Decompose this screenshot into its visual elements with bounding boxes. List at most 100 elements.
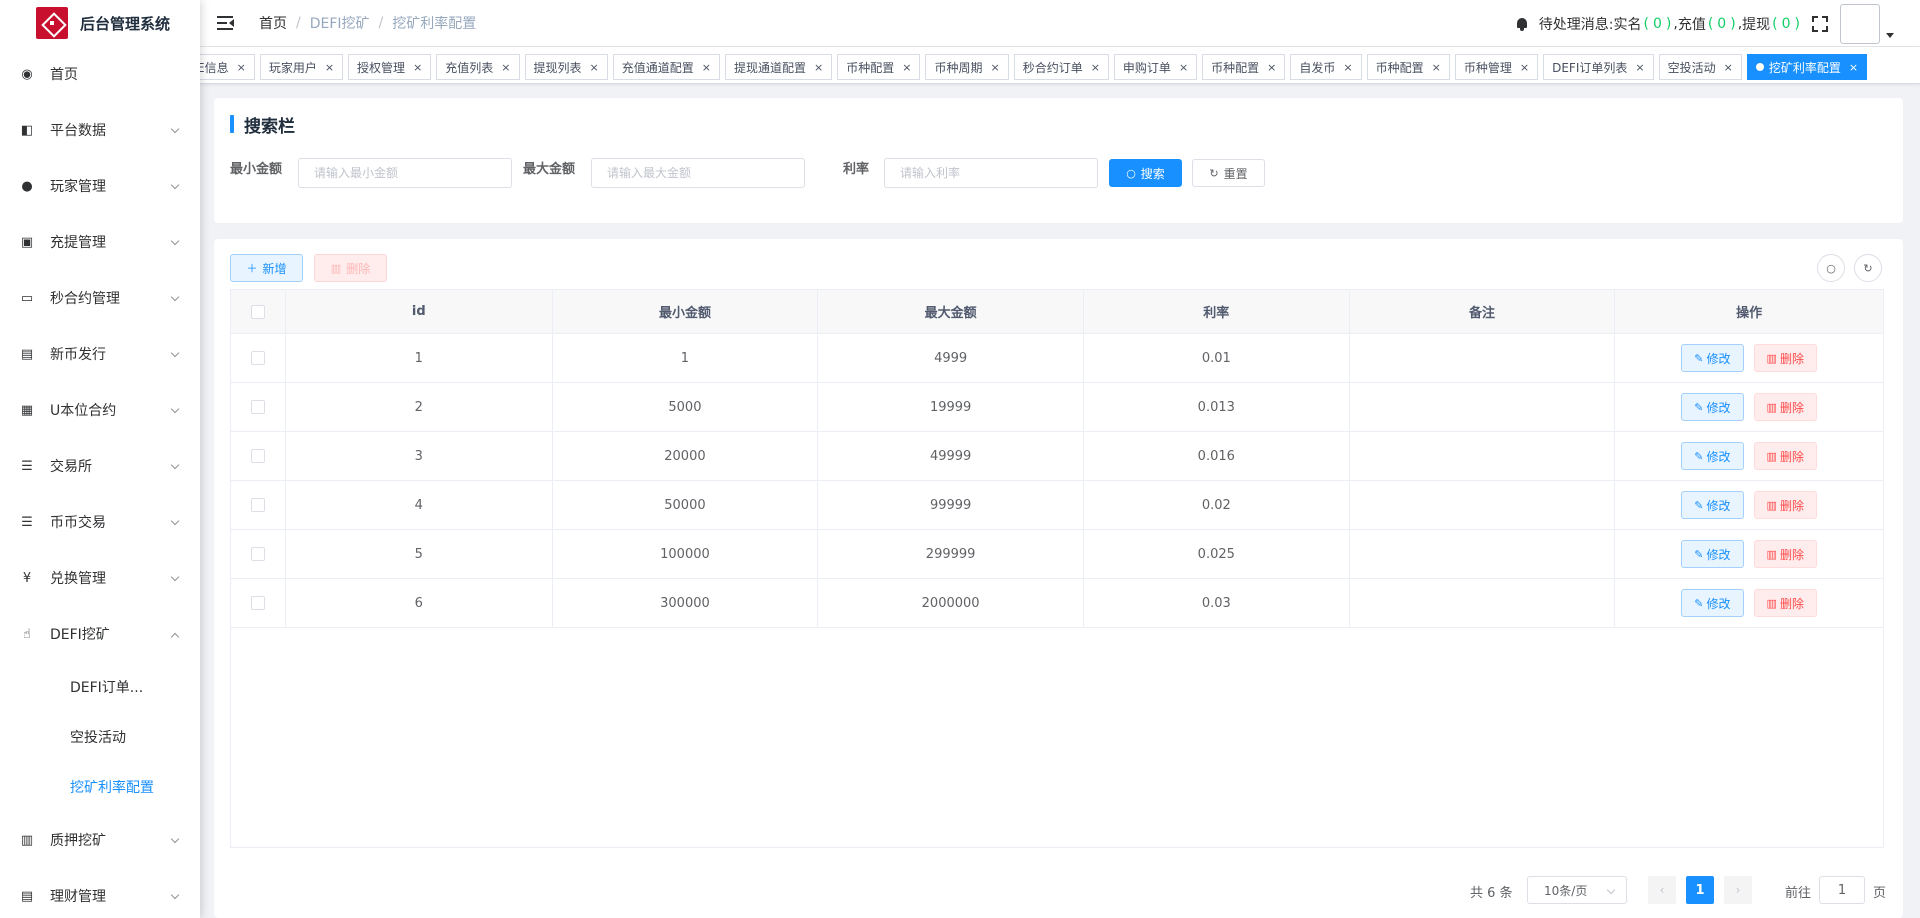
rate-input[interactable] <box>884 158 1098 188</box>
toggle-search-button[interactable]: ○ <box>1817 254 1845 282</box>
close-icon[interactable]: × <box>501 61 510 74</box>
tag-item[interactable]: 币种配置 × <box>1366 54 1450 80</box>
page-size-select[interactable]: 10条/页 <box>1527 876 1627 904</box>
close-icon[interactable]: × <box>1091 61 1100 74</box>
sidebar-item[interactable]: ● 玩家管理 <box>0 158 200 214</box>
delete-button[interactable]: ▥ 删除 <box>1753 344 1817 372</box>
add-button[interactable]: ＋ 新增 <box>230 254 303 282</box>
sidebar-item[interactable]: ☰ 交易所 <box>0 438 200 494</box>
sidebar-item[interactable]: ▥ 质押挖矿 <box>0 812 200 868</box>
search-button[interactable]: ○ 搜索 <box>1109 159 1182 187</box>
next-page-button[interactable]: › <box>1724 876 1752 904</box>
close-icon[interactable]: × <box>1520 61 1529 74</box>
delete-button[interactable]: ▥ 删除 <box>1753 589 1817 617</box>
sidebar-item[interactable]: ▤ 新币发行 <box>0 326 200 382</box>
close-icon[interactable]: × <box>413 61 422 74</box>
sidebar-subitem[interactable]: 空投活动 <box>0 712 200 762</box>
close-icon[interactable]: × <box>1432 61 1441 74</box>
sidebar-item-label: 兑换管理 <box>50 571 106 587</box>
row-checkbox[interactable] <box>250 351 265 365</box>
tag-item[interactable]: 挖矿利率配置 × <box>1746 54 1868 80</box>
hamburger-menu-icon[interactable] <box>217 16 235 30</box>
close-icon[interactable]: × <box>237 61 246 74</box>
breadcrumb-home[interactable]: 首页 <box>259 13 287 33</box>
avatar[interactable] <box>1840 3 1880 44</box>
fullscreen-icon[interactable] <box>1812 15 1828 32</box>
delete-button[interactable]: ▥ 删除 <box>1753 442 1817 470</box>
select-all-checkbox[interactable] <box>250 304 265 319</box>
row-checkbox[interactable] <box>250 547 265 561</box>
refresh-button[interactable]: ↻ <box>1854 254 1882 282</box>
caret-down-icon[interactable] <box>1886 33 1894 38</box>
sidebar-item[interactable]: ▣ 充提管理 <box>0 214 200 270</box>
row-checkbox[interactable] <box>250 596 265 610</box>
tag-item[interactable]: 授权管理 × <box>348 54 432 80</box>
close-icon[interactable]: × <box>1267 61 1276 74</box>
sidebar-item[interactable]: ◉ 首页 <box>0 46 200 102</box>
prev-page-button[interactable]: ‹ <box>1648 876 1676 904</box>
batch-delete-button[interactable]: ▥ 删除 <box>314 254 387 282</box>
edit-button[interactable]: ✎ 修改 <box>1681 393 1744 421</box>
trash-icon: ▥ <box>1766 498 1777 512</box>
tag-item[interactable]: 提现列表 × <box>524 54 608 80</box>
tag-item[interactable]: 币种周期 × <box>925 54 1009 80</box>
close-icon[interactable]: × <box>1343 61 1352 74</box>
edit-button[interactable]: ✎ 修改 <box>1681 491 1744 519</box>
close-icon[interactable]: × <box>814 61 823 74</box>
close-icon[interactable]: × <box>702 61 711 74</box>
delete-button[interactable]: ▥ 删除 <box>1753 393 1817 421</box>
tag-item[interactable]: E信息 × <box>200 54 255 80</box>
edit-button[interactable]: ✎ 修改 <box>1681 589 1744 617</box>
reset-button[interactable]: ↻ 重置 <box>1192 159 1265 187</box>
column-header: 利率 <box>1084 290 1350 333</box>
logo[interactable]: 后台管理系统 <box>0 0 200 46</box>
tag-item[interactable]: 币种配置 × <box>1202 54 1286 80</box>
sidebar-item[interactable]: ☰ 币币交易 <box>0 494 200 550</box>
tag-item[interactable]: 秒合约订单 × <box>1013 54 1109 80</box>
tag-item[interactable]: 充值列表 × <box>436 54 520 80</box>
tag-item[interactable]: 币种配置 × <box>837 54 921 80</box>
delete-button[interactable]: ▥ 删除 <box>1753 540 1817 568</box>
table-cell-max: 49999 <box>818 432 1084 480</box>
sidebar-subitem[interactable]: 挖矿利率配置 <box>0 762 200 812</box>
edit-button[interactable]: ✎ 修改 <box>1681 442 1744 470</box>
min-amount-input[interactable] <box>298 158 512 188</box>
pending-messages[interactable]: 待处理消息: 实名 (0), 充值 (0), 提现 (0) <box>1539 14 1802 34</box>
close-icon[interactable]: × <box>902 61 911 74</box>
column-header: 操作 <box>1736 306 1763 321</box>
tag-item[interactable]: 空投活动 × <box>1658 54 1742 80</box>
sidebar-item[interactable]: ☝ DEFI挖矿 <box>0 606 200 662</box>
tag-item[interactable]: 申购订单 × <box>1113 54 1198 80</box>
close-icon[interactable]: × <box>990 61 999 74</box>
close-icon[interactable]: × <box>325 61 334 74</box>
sidebar-item[interactable]: ▦ U本位合约 <box>0 382 200 438</box>
tag-item[interactable]: 币种管理 × <box>1454 54 1539 80</box>
close-icon[interactable]: × <box>1724 61 1733 74</box>
row-checkbox[interactable] <box>250 498 265 512</box>
tag-item[interactable]: DEFI订单列表 × <box>1543 54 1654 80</box>
column-header: 备注 <box>1350 290 1616 333</box>
sidebar-item[interactable]: ▤ 理财管理 <box>0 868 200 918</box>
max-amount-input[interactable] <box>591 158 805 188</box>
edit-button[interactable]: ✎ 修改 <box>1681 344 1744 372</box>
sidebar-item[interactable]: ▭ 秒合约管理 <box>0 270 200 326</box>
tag-item[interactable]: 玩家用户 × <box>259 54 344 80</box>
row-checkbox[interactable] <box>250 400 265 414</box>
tag-item[interactable]: 提现通道配置 × <box>724 54 833 80</box>
edit-button[interactable]: ✎ 修改 <box>1681 540 1744 568</box>
sidebar-item[interactable]: ◧ 平台数据 <box>0 102 200 158</box>
page-number-current[interactable]: 1 <box>1686 876 1714 904</box>
sidebar-item[interactable]: ¥ 兑换管理 <box>0 550 200 606</box>
tag-label: DEFI订单列表 <box>1552 60 1628 75</box>
sidebar-subitem[interactable]: DEFI订单... <box>0 662 200 712</box>
delete-button[interactable]: ▥ 删除 <box>1753 491 1817 519</box>
tag-item[interactable]: 充值通道配置 × <box>612 54 720 80</box>
close-icon[interactable]: × <box>1849 61 1858 74</box>
tag-item[interactable]: 自发币 × <box>1290 54 1362 80</box>
close-icon[interactable]: × <box>1179 61 1188 74</box>
goto-page-input[interactable] <box>1819 876 1865 904</box>
close-icon[interactable]: × <box>590 61 599 74</box>
row-checkbox[interactable] <box>250 449 265 463</box>
bell-icon[interactable] <box>1515 17 1529 31</box>
close-icon[interactable]: × <box>1635 61 1644 74</box>
